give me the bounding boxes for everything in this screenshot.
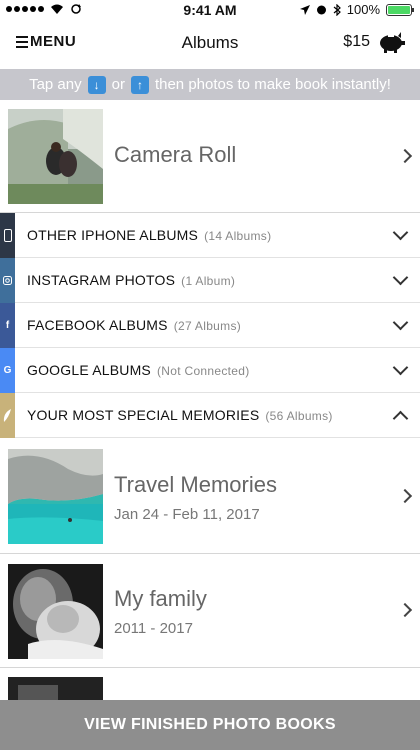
album-thumbnail (8, 677, 103, 700)
battery-icon (386, 3, 414, 16)
camera-roll-row[interactable]: Camera Roll (0, 100, 420, 213)
bluetooth-icon (333, 3, 341, 16)
view-finished-photo-books-button[interactable]: VIEW FINISHED PHOTO BOOKS (0, 700, 420, 750)
chevron-right-icon (397, 602, 413, 618)
category-title: INSTAGRAM PHOTOS (27, 272, 176, 288)
status-right: 100% (299, 2, 414, 17)
category-label-text: YOUR MOST SPECIAL MEMORIES (56 Albums) (27, 407, 333, 423)
google-icon: G (0, 348, 15, 393)
battery-percent: 100% (346, 2, 380, 17)
instruction-banner: Tap any ↓ or ↑ then photos to make book … (0, 69, 420, 100)
category-label-text: GOOGLE ALBUMS (Not Connected) (27, 362, 250, 378)
my-family-thumbnail (8, 564, 103, 659)
category-label-text: FACEBOOK ALBUMS (27 Albums) (27, 317, 241, 333)
arrow-down-icon: ↓ (87, 75, 106, 94)
category-count: (Not Connected) (156, 364, 250, 378)
album-row-travel-memories[interactable]: Travel Memories Jan 24 - Feb 11, 2017 (0, 438, 420, 554)
alarm-icon (316, 5, 326, 15)
piggy-bank-button[interactable]: $15 (343, 30, 406, 54)
facebook-icon: f (0, 303, 15, 348)
category-title: YOUR MOST SPECIAL MEMORIES (27, 407, 260, 423)
category-row-google-albums[interactable]: G GOOGLE ALBUMS (Not Connected) (0, 348, 420, 393)
instagram-icon (0, 258, 15, 303)
nav-bar: MENU Albums $15 (0, 22, 420, 66)
category-label-text: INSTAGRAM PHOTOS (1 Album) (27, 272, 235, 288)
arrow-up-icon: ↑ (130, 75, 149, 94)
category-title: GOOGLE ALBUMS (27, 362, 151, 378)
category-label-text: OTHER IPHONE ALBUMS (14 Albums) (27, 227, 271, 243)
chevron-right-icon (397, 148, 413, 164)
piggy-bank-icon (380, 32, 405, 53)
album-dates: Jan 24 - Feb 11, 2017 (114, 506, 260, 523)
chevron-down-icon (392, 224, 409, 241)
category-row-facebook-albums[interactable]: f FACEBOOK ALBUMS (27 Albums) (0, 303, 420, 348)
bottom-button-label: VIEW FINISHED PHOTO BOOKS (84, 716, 336, 733)
category-title: OTHER IPHONE ALBUMS (27, 227, 199, 243)
chevron-down-icon (392, 359, 409, 376)
category-count: (27 Albums) (173, 319, 242, 333)
banner-prefix: Tap any (29, 76, 82, 93)
category-count: (56 Albums) (265, 409, 333, 423)
chevron-up-icon (392, 410, 409, 427)
album-title: Travel Memories (114, 472, 277, 497)
chevron-down-icon (392, 269, 409, 286)
album-row-my-family[interactable]: My family 2011 - 2017 (0, 554, 420, 668)
category-row-other-iphone-albums[interactable]: OTHER IPHONE ALBUMS (14 Albums) (0, 213, 420, 258)
category-row-special-memories[interactable]: YOUR MOST SPECIAL MEMORIES (56 Albums) (0, 393, 420, 438)
category-row-instagram-photos[interactable]: INSTAGRAM PHOTOS (1 Album) (0, 258, 420, 303)
album-row-partial[interactable] (0, 668, 420, 700)
chevron-right-icon (397, 488, 413, 504)
travel-memories-thumbnail (8, 449, 103, 544)
category-title: FACEBOOK ALBUMS (27, 317, 168, 333)
album-dates: 2011 - 2017 (114, 620, 193, 637)
location-icon (299, 4, 310, 15)
album-title: My family (114, 586, 207, 611)
chevron-down-icon (392, 314, 409, 331)
status-bar: 9:41 AM 100% (0, 0, 420, 20)
banner-middle: or (111, 76, 125, 93)
price-label: $15 (343, 33, 370, 50)
category-count: (1 Album) (181, 274, 236, 288)
camera-roll-thumbnail (8, 109, 103, 204)
category-count: (14 Albums) (204, 229, 272, 243)
feather-icon (0, 393, 15, 438)
camera-roll-label: Camera Roll (114, 142, 237, 167)
phone-icon (0, 213, 15, 258)
banner-suffix: then photos to make book instantly! (154, 76, 391, 93)
